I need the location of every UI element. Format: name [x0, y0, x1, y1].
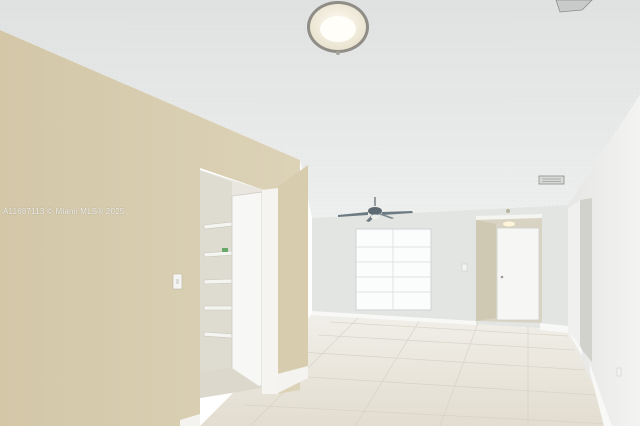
ac-vent — [538, 175, 565, 185]
switch-toggle — [176, 279, 179, 284]
hall-light — [503, 221, 515, 227]
hallway-door[interactable] — [496, 227, 540, 321]
closet-door[interactable] — [231, 191, 263, 389]
shelf-item — [222, 248, 228, 252]
photo-watermark: A11687113 © Miami MLS® 2025 — [3, 207, 125, 216]
door-knob-icon — [500, 275, 504, 279]
window — [355, 228, 432, 311]
wall-outlet — [616, 367, 622, 377]
room-photo: A11687113 © Miami MLS® 2025 — [0, 0, 640, 426]
right-doorway — [580, 198, 592, 362]
wall-outlet — [461, 263, 468, 272]
